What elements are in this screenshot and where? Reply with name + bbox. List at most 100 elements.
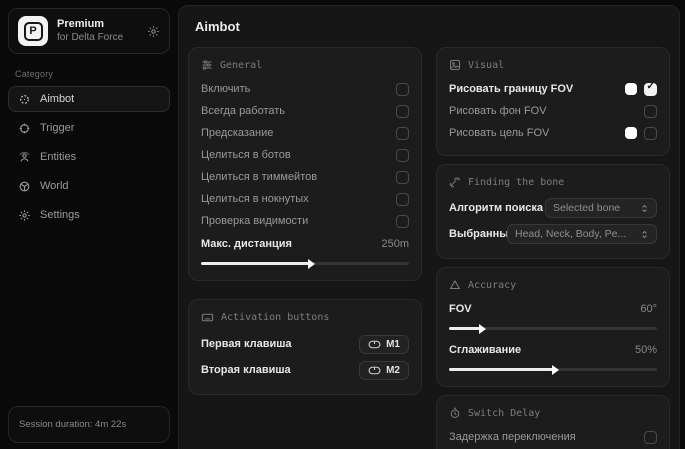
visual-card: Visual Рисовать границу FOV Рисовать фон… bbox=[436, 47, 670, 156]
activation-buttons-card: Activation buttons Первая клавиша M1 bbox=[188, 299, 422, 395]
sidebar-item-label: Entities bbox=[40, 151, 76, 163]
slider-thumb[interactable] bbox=[308, 259, 315, 269]
keybind-row: Первая клавиша M1 bbox=[201, 331, 409, 357]
checkbox-enable[interactable] bbox=[396, 83, 409, 96]
toggle-label: Всегда работать bbox=[201, 105, 285, 117]
keybind-value: M1 bbox=[386, 339, 400, 350]
checkbox-switch-delay[interactable] bbox=[644, 431, 657, 444]
sidebar-item-label: Aimbot bbox=[40, 93, 74, 105]
max-distance-control: Макс. дистанция 250m bbox=[201, 233, 409, 265]
image-icon bbox=[449, 59, 461, 71]
keybind-button-m1[interactable]: M1 bbox=[359, 335, 409, 354]
toggle-label: Задержка переключения bbox=[449, 431, 576, 443]
switch-delay-card: Switch Delay Задержка переключения Задер… bbox=[436, 395, 670, 449]
bone-row: Алгоритм поиска кости Selected bone bbox=[449, 195, 657, 221]
checkbox-prediction[interactable] bbox=[396, 127, 409, 140]
color-swatch[interactable] bbox=[625, 83, 637, 95]
toggle-row: Целиться в тиммейтов bbox=[201, 166, 409, 188]
toggle-row: Задержка переключения bbox=[449, 426, 657, 448]
bone-label: Алгоритм поиска кости bbox=[449, 202, 545, 214]
section-title: General bbox=[220, 60, 262, 71]
section-title: Finding the bone bbox=[468, 177, 564, 188]
visual-label: Рисовать фон FOV bbox=[449, 105, 547, 117]
slider-label: Макс. дистанция bbox=[201, 238, 292, 250]
visual-label: Рисовать цель FOV bbox=[449, 127, 549, 139]
toggle-label: Предсказание bbox=[201, 127, 273, 139]
selected-bones-select[interactable]: Head, Neck, Body, Pe... bbox=[507, 224, 657, 244]
section-title: Activation buttons bbox=[221, 312, 329, 323]
slider-label: FOV bbox=[449, 303, 472, 315]
toggle-row: Предсказание bbox=[201, 122, 409, 144]
checkbox-aim-knocked[interactable] bbox=[396, 193, 409, 206]
color-swatch[interactable] bbox=[625, 127, 637, 139]
trigger-icon bbox=[18, 122, 31, 135]
toggle-label: Целиться в тиммейтов bbox=[201, 171, 317, 183]
smoothing-slider[interactable] bbox=[449, 368, 657, 371]
product-card: P Premium for Delta Force bbox=[8, 8, 170, 54]
sync-icon[interactable] bbox=[147, 25, 160, 38]
bone-label: Выбранные кости bbox=[449, 228, 507, 240]
keybind-button-m2[interactable]: M2 bbox=[359, 361, 409, 380]
bone-icon bbox=[449, 176, 461, 188]
toggle-row: Целиться в ботов bbox=[201, 144, 409, 166]
logo-letter: P bbox=[24, 22, 43, 41]
gear-icon bbox=[18, 209, 31, 222]
sidebar-item-aimbot[interactable]: Aimbot bbox=[8, 86, 170, 112]
fov-control: FOV 60° bbox=[449, 298, 657, 330]
checkbox-visibility-check[interactable] bbox=[396, 215, 409, 228]
sidebar-item-entities[interactable]: Entities bbox=[8, 144, 170, 170]
slider-value: 250m bbox=[381, 238, 409, 250]
fov-slider[interactable] bbox=[449, 327, 657, 330]
main-panel: Aimbot General Включить Всегд bbox=[178, 5, 680, 449]
keybind-label: Вторая клавиша bbox=[201, 364, 291, 376]
checkbox-draw-fov-border[interactable] bbox=[644, 83, 657, 96]
toggle-row: Проверка видимости bbox=[201, 210, 409, 232]
app-logo: P bbox=[18, 16, 48, 46]
slider-value: 50% bbox=[635, 344, 657, 356]
checkbox-aim-teammates[interactable] bbox=[396, 171, 409, 184]
sidebar-item-trigger[interactable]: Trigger bbox=[8, 115, 170, 141]
select-value: Head, Neck, Body, Pe... bbox=[515, 228, 626, 240]
section-title: Switch Delay bbox=[468, 408, 540, 419]
toggle-row: Целиться в нокнутых bbox=[201, 188, 409, 210]
toggle-label: Целиться в нокнутых bbox=[201, 193, 309, 205]
crosshair-icon bbox=[18, 93, 31, 106]
chevron-up-down-icon bbox=[640, 230, 649, 239]
sidebar-item-world[interactable]: World bbox=[8, 173, 170, 199]
visual-row: Рисовать границу FOV bbox=[449, 78, 657, 100]
visual-row: Рисовать цель FOV bbox=[449, 122, 657, 144]
slider-thumb[interactable] bbox=[552, 365, 559, 375]
max-distance-slider[interactable] bbox=[201, 262, 409, 265]
toggle-label: Целиться в ботов bbox=[201, 149, 291, 161]
keyboard-icon bbox=[201, 311, 214, 324]
right-column: Visual Рисовать границу FOV Рисовать фон… bbox=[436, 47, 670, 449]
category-label: Category bbox=[15, 69, 170, 79]
entities-icon bbox=[18, 151, 31, 164]
keybind-row: Вторая клавиша M2 bbox=[201, 357, 409, 383]
sidebar-item-settings[interactable]: Settings bbox=[8, 202, 170, 228]
checkbox-aim-bots[interactable] bbox=[396, 149, 409, 162]
product-subtitle: for Delta Force bbox=[57, 32, 138, 45]
sliders-icon bbox=[201, 59, 213, 71]
page-title: Aimbot bbox=[195, 19, 671, 34]
product-title: Premium bbox=[57, 18, 138, 32]
keybind-value: M2 bbox=[386, 365, 400, 376]
keybind-label: Первая клавиша bbox=[201, 338, 292, 350]
toggle-label: Включить bbox=[201, 83, 250, 95]
slider-thumb[interactable] bbox=[479, 324, 486, 334]
bone-algorithm-select[interactable]: Selected bone bbox=[545, 198, 657, 218]
sidebar: P Premium for Delta Force Category Aimbo… bbox=[0, 0, 178, 449]
section-title: Visual bbox=[468, 60, 504, 71]
left-column: General Включить Всегда работать Предска… bbox=[188, 47, 422, 449]
checkbox-always-work[interactable] bbox=[396, 105, 409, 118]
timer-icon bbox=[449, 407, 461, 419]
checkbox-draw-fov-background[interactable] bbox=[644, 105, 657, 118]
slider-value: 60° bbox=[640, 303, 657, 315]
globe-icon bbox=[18, 180, 31, 193]
checkbox-draw-fov-target[interactable] bbox=[644, 127, 657, 140]
select-value: Selected bone bbox=[553, 202, 620, 214]
accuracy-card: Accuracy FOV 60° Сглаживание 50% bbox=[436, 267, 670, 387]
chevron-up-down-icon bbox=[640, 204, 649, 213]
toggle-row: Включить bbox=[201, 78, 409, 100]
sidebar-item-label: Settings bbox=[40, 209, 80, 221]
